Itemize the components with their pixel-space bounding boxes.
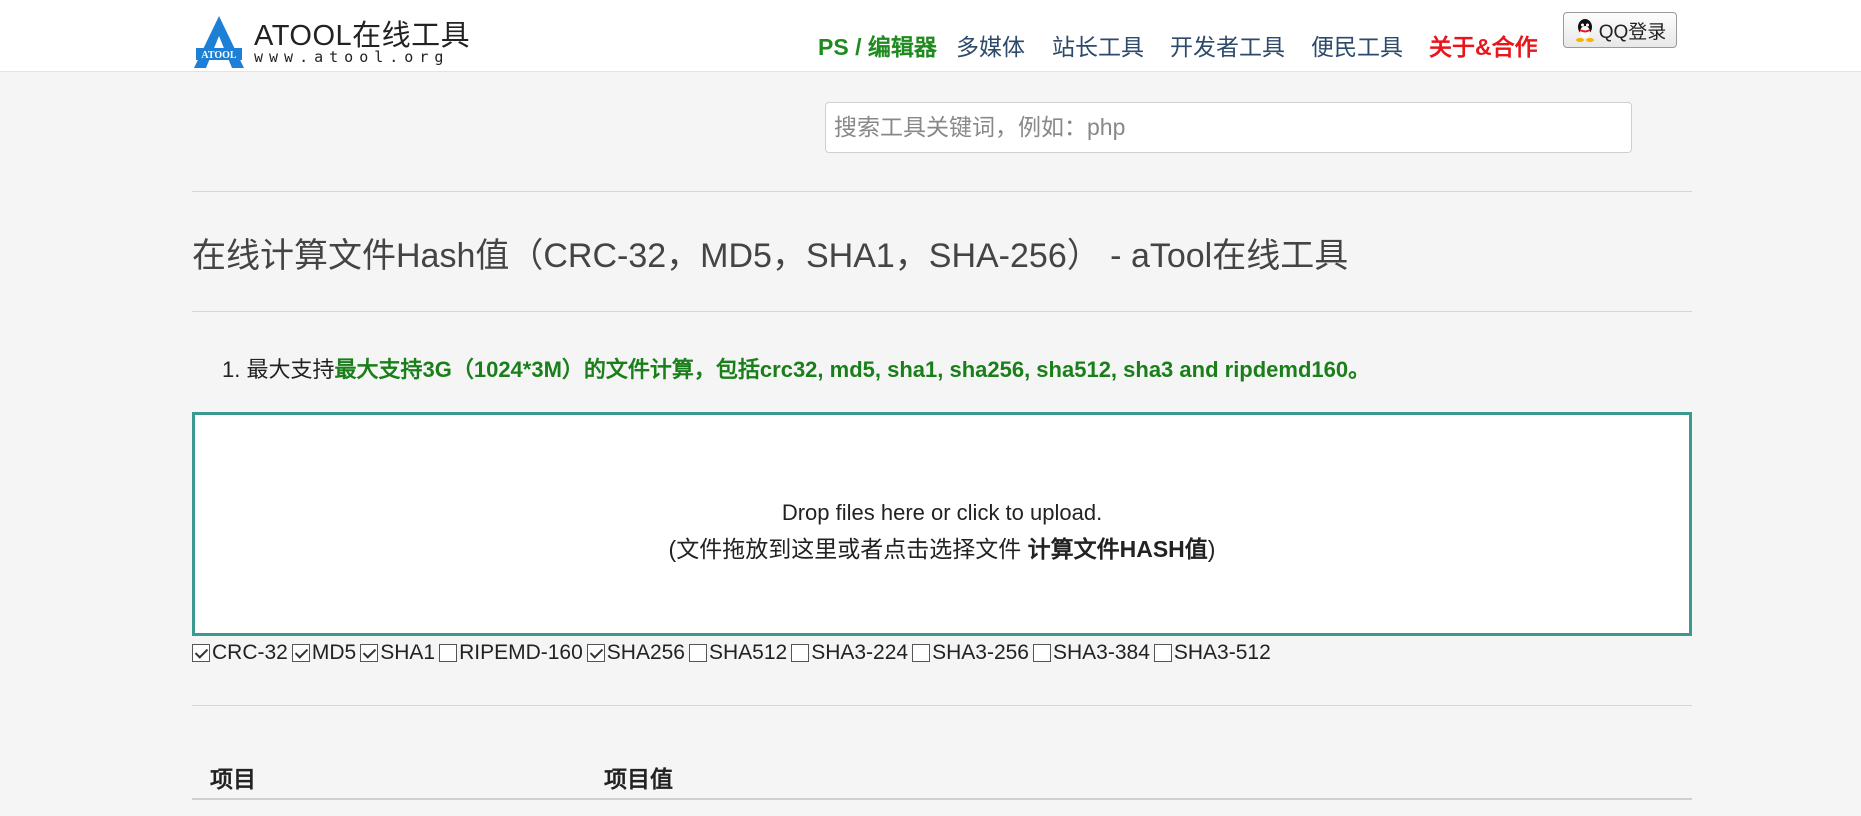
algo-option-sha512[interactable]: SHA512 <box>688 641 788 665</box>
algorithm-options: CRC-32 MD5 SHA1 RIPEMD-160 SHA256 SHA512… <box>192 640 1275 666</box>
note-prefix: 最大支持 <box>246 357 335 382</box>
algo-option-sha256[interactable]: SHA256 <box>586 641 685 665</box>
nav-item-multimedia[interactable]: 多媒体 <box>956 28 1025 62</box>
feature-note: 1. 最大支持最大支持3G（1024*3M）的文件计算，包括crc32, md5… <box>222 352 1370 384</box>
algo-label: SHA3-512 <box>1173 641 1271 664</box>
nav-item-ps-editor[interactable]: PS / 编辑器 <box>818 28 937 62</box>
checkbox[interactable] <box>291 644 310 662</box>
search-input[interactable] <box>825 102 1632 153</box>
algo-option-sha3-512[interactable]: SHA3-512 <box>1153 641 1271 665</box>
algo-option-crc32[interactable]: CRC-32 <box>192 641 288 665</box>
algo-option-ripemd160[interactable]: RIPEMD-160 <box>439 641 583 665</box>
divider <box>192 191 1692 192</box>
algo-label: MD5 <box>311 641 357 664</box>
qq-login-button[interactable]: QQ登录 <box>1563 12 1677 48</box>
dropzone-instruction: Drop files here or click to upload. <box>781 500 1103 525</box>
qq-penguin-icon <box>1575 19 1594 42</box>
note-number: 1. <box>222 357 241 382</box>
divider <box>192 311 1692 312</box>
algo-label: SHA256 <box>606 641 685 664</box>
checkbox[interactable] <box>791 644 810 662</box>
algo-label: SHA512 <box>708 641 788 664</box>
table-header-border <box>192 798 1692 800</box>
dropzone-cn-close: ) <box>1207 536 1216 562</box>
algo-option-sha3-224[interactable]: SHA3-224 <box>791 641 908 665</box>
algo-option-sha3-384[interactable]: SHA3-384 <box>1032 641 1150 665</box>
checkbox[interactable] <box>912 644 931 662</box>
file-dropzone[interactable]: Drop files here or click to upload. (文件拖… <box>192 412 1692 636</box>
top-navbar: ATOOL ATOOL在线工具 www.atool.org PS / 编辑器 多… <box>0 0 1861 72</box>
algo-option-md5[interactable]: MD5 <box>291 641 357 665</box>
dropzone-cn-text: (文件拖放到这里或者点击选择文件 <box>668 536 1028 562</box>
algo-label: CRC-32 <box>212 641 288 664</box>
divider <box>192 705 1692 706</box>
dropzone-cn-bold: 计算文件HASH值 <box>1027 536 1208 562</box>
nav-item-about[interactable]: 关于&合作 <box>1429 28 1538 62</box>
checkbox[interactable] <box>360 644 379 662</box>
qq-login-label: QQ登录 <box>1598 21 1667 43</box>
checkbox[interactable] <box>1032 644 1051 662</box>
algo-label: SHA3-224 <box>811 641 909 664</box>
algo-option-sha3-256[interactable]: SHA3-256 <box>912 641 1029 665</box>
algo-label: SHA3-384 <box>1052 641 1150 664</box>
checkbox[interactable] <box>586 644 605 662</box>
nav-item-developer-tools[interactable]: 开发者工具 <box>1170 28 1285 62</box>
dropzone-instruction-cn: (文件拖放到这里或者点击选择文件 计算文件HASH值) <box>669 530 1216 564</box>
checkbox[interactable] <box>192 644 210 662</box>
algo-label: SHA1 <box>380 641 436 664</box>
page-title: 在线计算文件Hash值（CRC-32，MD5，SHA1，SHA-256） - a… <box>192 237 1349 275</box>
checkbox[interactable] <box>1153 644 1172 662</box>
nav-item-webmaster-tools[interactable]: 站长工具 <box>1052 28 1144 62</box>
note-highlight: 最大支持3G（1024*3M）的文件计算，包括crc32, md5, sha1,… <box>334 357 1371 382</box>
nav-item-convenience-tools[interactable]: 便民工具 <box>1311 28 1403 62</box>
algo-label: RIPEMD-160 <box>459 641 583 664</box>
table-header-item: 项目 <box>210 766 256 792</box>
algo-option-sha1[interactable]: SHA1 <box>360 641 435 665</box>
table-header-value: 项目值 <box>604 766 673 792</box>
checkbox[interactable] <box>439 644 458 662</box>
algo-label: SHA3-256 <box>932 641 1029 664</box>
checkbox[interactable] <box>688 644 707 662</box>
